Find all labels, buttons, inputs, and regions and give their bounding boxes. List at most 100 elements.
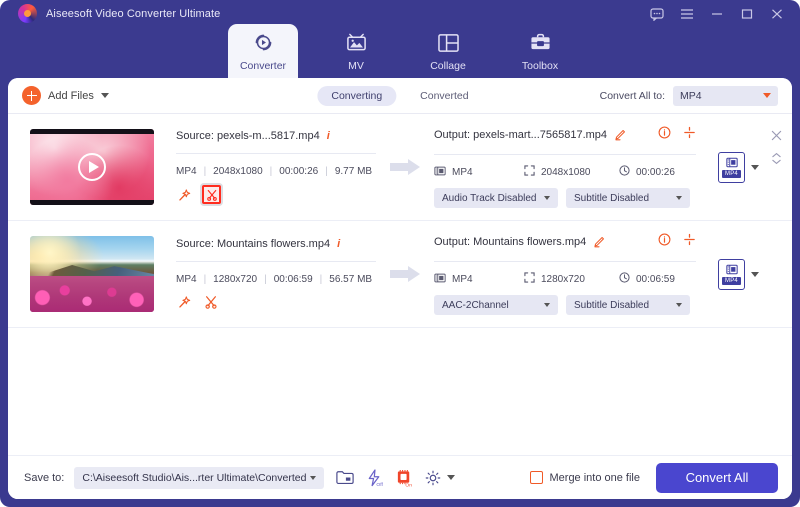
merge-into-one-file-checkbox[interactable]: Merge into one file [529, 471, 640, 484]
tab-collage[interactable]: Collage [414, 24, 482, 78]
audio-track-select[interactable]: AAC-2Channel [434, 295, 558, 315]
output-format-cell: MP4 [434, 273, 524, 286]
source-format: MP4 [176, 274, 197, 285]
main-tabs: Converter MV Collage Toolbox [228, 24, 574, 78]
video-thumbnail[interactable] [30, 236, 154, 312]
output-actions [658, 126, 696, 144]
source-filesize: 9.77 MB [334, 166, 373, 177]
output-resolution-cell: 2048x1080 [524, 165, 619, 179]
remove-row-icon[interactable] [771, 128, 782, 146]
format-icon: MP4 [718, 151, 745, 183]
maximize-icon[interactable] [734, 4, 760, 24]
video-thumbnail[interactable] [30, 129, 154, 205]
format-icon: MP4 [718, 258, 745, 290]
output-info: Output: pexels-mart...7565817.mp4 MP4 20… [434, 126, 696, 208]
minimize-icon[interactable] [704, 4, 730, 24]
chevron-down-icon[interactable] [751, 164, 759, 170]
source-duration: 00:00:26 [279, 166, 319, 177]
gpu-acceleration-icon[interactable]: On [395, 469, 414, 487]
add-files-button[interactable]: Add Files [22, 86, 109, 105]
brand: Aiseesoft Video Converter Ultimate [18, 4, 220, 23]
convert-all-to-group: Convert All to: MP4 [599, 85, 778, 106]
save-to-path-select[interactable]: C:\Aiseesoft Studio\Ais...rter Ultimate\… [74, 466, 325, 489]
chevron-down-icon [544, 303, 550, 307]
convert-all-to-value: MP4 [680, 89, 702, 102]
edit-pencil-icon[interactable] [593, 236, 605, 248]
row-tools [771, 128, 782, 170]
output-meta: MP4 1280x720 00:06:59 [434, 272, 696, 286]
magic-wand-icon[interactable] [176, 293, 193, 310]
chevron-down-icon [763, 93, 771, 98]
tab-toolbox[interactable]: Toolbox [506, 24, 574, 78]
subtitle-value: Subtitle Disabled [574, 299, 650, 311]
source-resolution: 1280x720 [213, 274, 258, 285]
scissors-trim-icon[interactable] [202, 293, 219, 310]
tab-converted[interactable]: Converted [406, 86, 482, 106]
chevron-down-icon [310, 475, 317, 480]
audio-track-value: Audio Track Disabled [442, 192, 537, 204]
magic-wand-icon[interactable] [176, 186, 193, 203]
audio-track-select[interactable]: Audio Track Disabled [434, 188, 558, 208]
file-list: Source: pexels-m...5817.mp4 i MP4 | 2048… [8, 114, 792, 499]
expand-collapse-icon[interactable] [771, 152, 782, 170]
row-format-button[interactable]: MP4 [718, 151, 759, 183]
scissors-trim-icon[interactable] [202, 185, 221, 204]
info-icon[interactable]: i [337, 238, 340, 250]
subtitle-value: Subtitle Disabled [574, 192, 650, 204]
output-info-icon[interactable] [658, 233, 671, 251]
convert-all-to-label: Convert All to: [599, 89, 665, 102]
checkbox-icon[interactable] [529, 471, 543, 484]
chevron-down-icon[interactable] [447, 475, 456, 480]
source-filesize: 56.57 MB [329, 274, 373, 285]
output-resolution-cell: 1280x720 [524, 272, 619, 286]
table-row[interactable]: Source: pexels-m...5817.mp4 i MP4 | 2048… [8, 114, 792, 221]
settings-gear-icon[interactable] [425, 470, 441, 486]
convert-all-to-select[interactable]: MP4 [673, 85, 778, 106]
chevron-down-icon[interactable] [100, 93, 109, 98]
status-segment-control: Converting Converted [317, 85, 482, 106]
output-filename: Output: Mountains flowers.mp4 [434, 236, 587, 248]
source-info: Source: pexels-m...5817.mp4 i MP4 | 2048… [176, 129, 376, 205]
subtitle-select[interactable]: Subtitle Disabled [566, 188, 690, 208]
tab-converter[interactable]: Converter [228, 24, 298, 78]
split-clip-icon[interactable] [683, 126, 696, 144]
output-filename: Output: pexels-mart...7565817.mp4 [434, 129, 608, 141]
row-format-button[interactable]: MP4 [718, 258, 759, 290]
output-duration-cell: 00:06:59 [619, 272, 675, 286]
clock-icon [619, 272, 630, 286]
source-resolution: 2048x1080 [213, 166, 263, 177]
output-format-cell: MP4 [434, 166, 524, 179]
feedback-icon[interactable] [644, 4, 670, 24]
open-folder-icon[interactable] [336, 470, 355, 485]
convert-all-button[interactable]: Convert All [656, 462, 778, 493]
output-duration-cell: 00:00:26 [619, 165, 675, 179]
source-duration: 00:06:59 [273, 274, 313, 285]
output-format: MP4 [452, 166, 473, 178]
menu-icon[interactable] [674, 4, 700, 24]
hardware-acceleration-icon[interactable]: Off [365, 468, 384, 487]
save-to-path-value: C:\Aiseesoft Studio\Ais...rter Ultimate\… [82, 471, 307, 484]
chevron-down-icon[interactable] [751, 271, 759, 277]
close-icon[interactable] [764, 4, 790, 24]
tab-converting[interactable]: Converting [317, 85, 397, 106]
audio-track-value: AAC-2Channel [442, 299, 509, 311]
tab-mv[interactable]: MV [322, 24, 390, 78]
source-title-line: Source: pexels-m...5817.mp4 i [176, 130, 376, 154]
source-info: Source: Mountains flowers.mp4 i MP4 | 12… [176, 236, 376, 312]
divider: | [269, 166, 273, 177]
output-title-line: Output: pexels-mart...7565817.mp4 [434, 126, 696, 155]
table-row[interactable]: Source: Mountains flowers.mp4 i MP4 | 12… [8, 221, 792, 328]
source-filename: Source: pexels-m...5817.mp4 [176, 130, 320, 142]
subtitle-select[interactable]: Subtitle Disabled [566, 295, 690, 315]
output-info-icon[interactable] [658, 126, 671, 144]
split-clip-icon[interactable] [683, 233, 696, 251]
conversion-arrow-icon [390, 159, 424, 175]
output-title-line: Output: Mountains flowers.mp4 [434, 233, 696, 262]
film-icon [434, 166, 446, 179]
source-format: MP4 [176, 166, 197, 177]
play-icon[interactable] [78, 153, 106, 181]
edit-pencil-icon[interactable] [614, 129, 626, 141]
source-tools [176, 185, 376, 204]
toolbox-icon [529, 31, 552, 55]
info-icon[interactable]: i [327, 130, 330, 142]
